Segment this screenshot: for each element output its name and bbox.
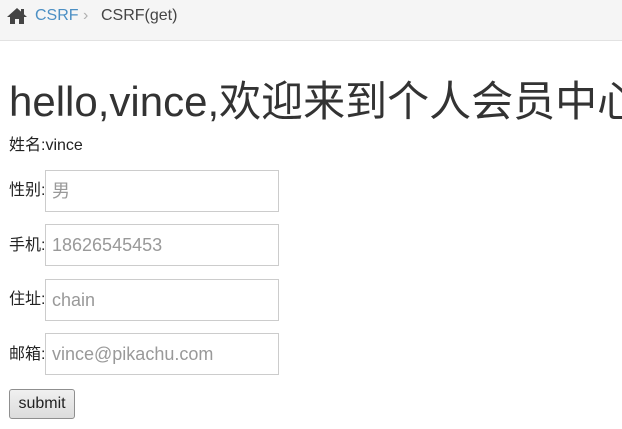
breadcrumb-link-csrf[interactable]: CSRF xyxy=(35,6,79,26)
address-input[interactable] xyxy=(45,279,279,321)
gender-input[interactable] xyxy=(45,170,279,212)
page-title: hello,vince,欢迎来到个人会员中心 xyxy=(9,78,622,125)
phone-input[interactable] xyxy=(45,224,279,266)
email-label: 邮箱: xyxy=(9,346,46,363)
email-input[interactable] xyxy=(45,333,279,375)
breadcrumb: CSRF › CSRF(get) xyxy=(0,0,622,41)
breadcrumb-separator: › xyxy=(83,7,89,24)
phone-label: 手机: xyxy=(9,237,46,254)
gender-label: 性别: xyxy=(9,182,46,199)
address-label: 住址: xyxy=(9,291,46,308)
submit-button[interactable]: submit xyxy=(9,389,75,419)
home-icon[interactable] xyxy=(6,7,28,25)
breadcrumb-current: CSRF(get) xyxy=(101,7,178,24)
name-display: 姓名:vince xyxy=(9,137,83,154)
